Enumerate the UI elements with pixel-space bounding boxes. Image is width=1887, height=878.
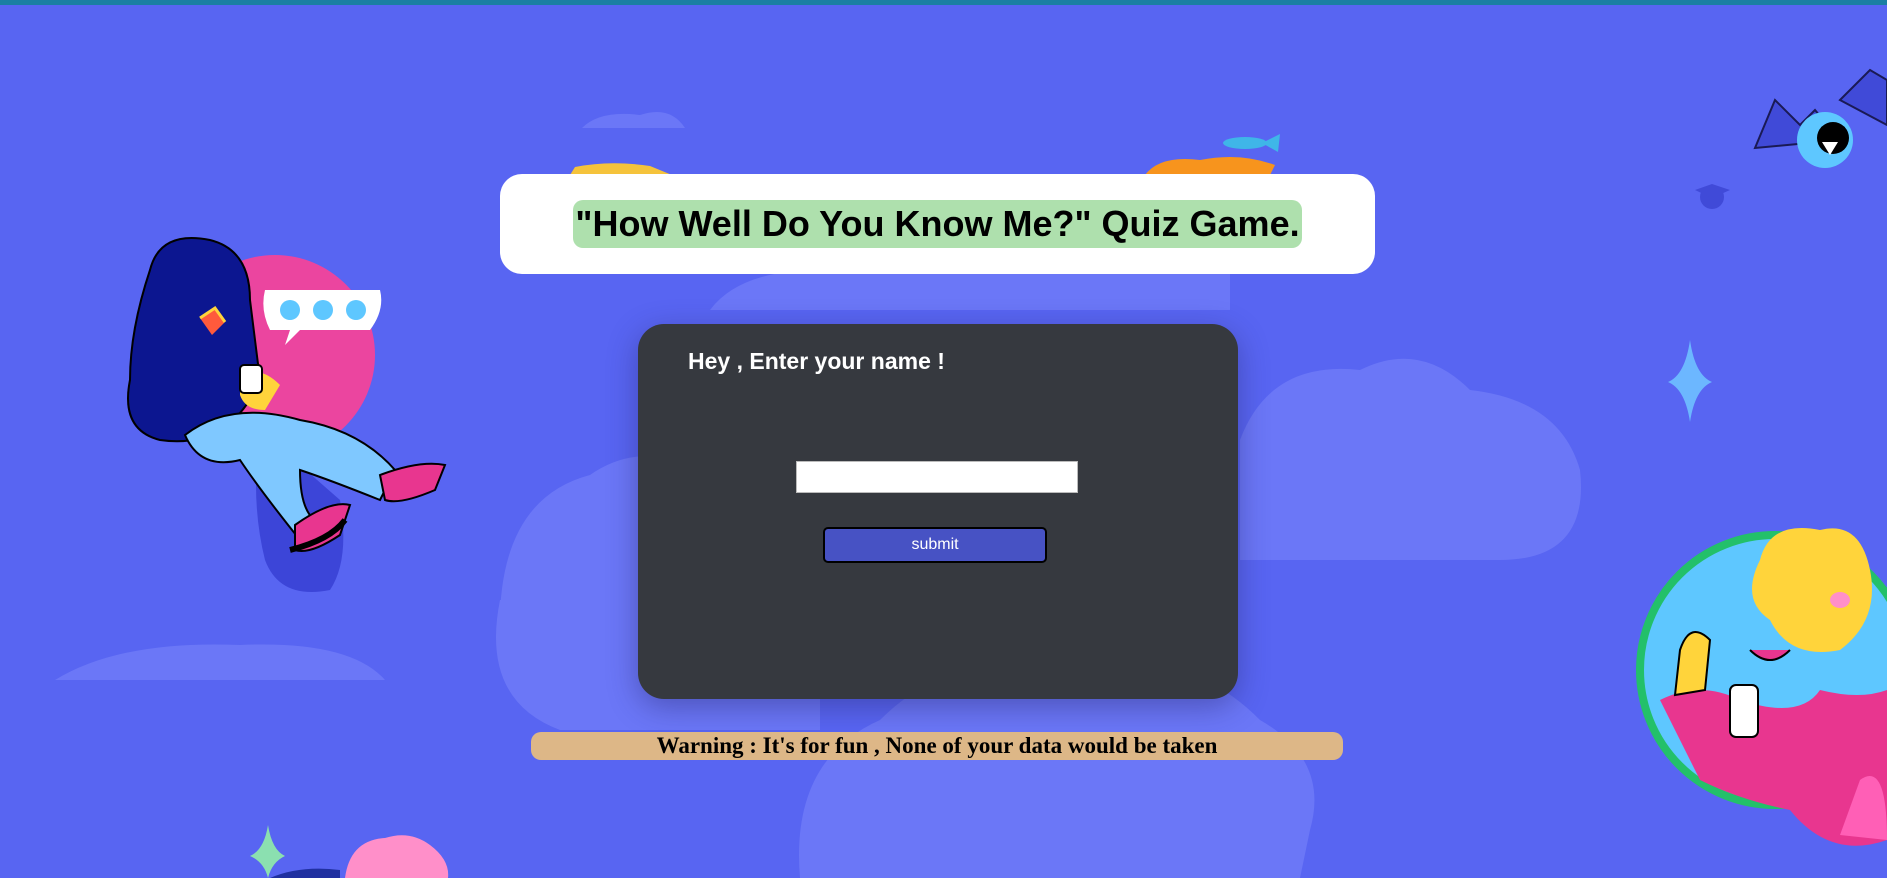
character-illustration-left [127,237,447,592]
sparkle-icon [1668,340,1712,422]
bat-doodle [1695,68,1887,209]
title-card: "How Well Do You Know Me?" Quiz Game. [500,174,1375,274]
submit-button[interactable]: submit [823,527,1047,563]
fish-doodle [1223,134,1280,152]
character-illustration-right [1636,528,1887,846]
name-entry-panel: Hey , Enter your name ! submit [638,324,1238,699]
name-input[interactable] [796,461,1078,493]
page-title: "How Well Do You Know Me?" Quiz Game. [573,200,1302,248]
warning-banner: Warning : It's for fun , None of your da… [531,732,1343,760]
name-prompt: Hey , Enter your name ! [688,348,945,374]
